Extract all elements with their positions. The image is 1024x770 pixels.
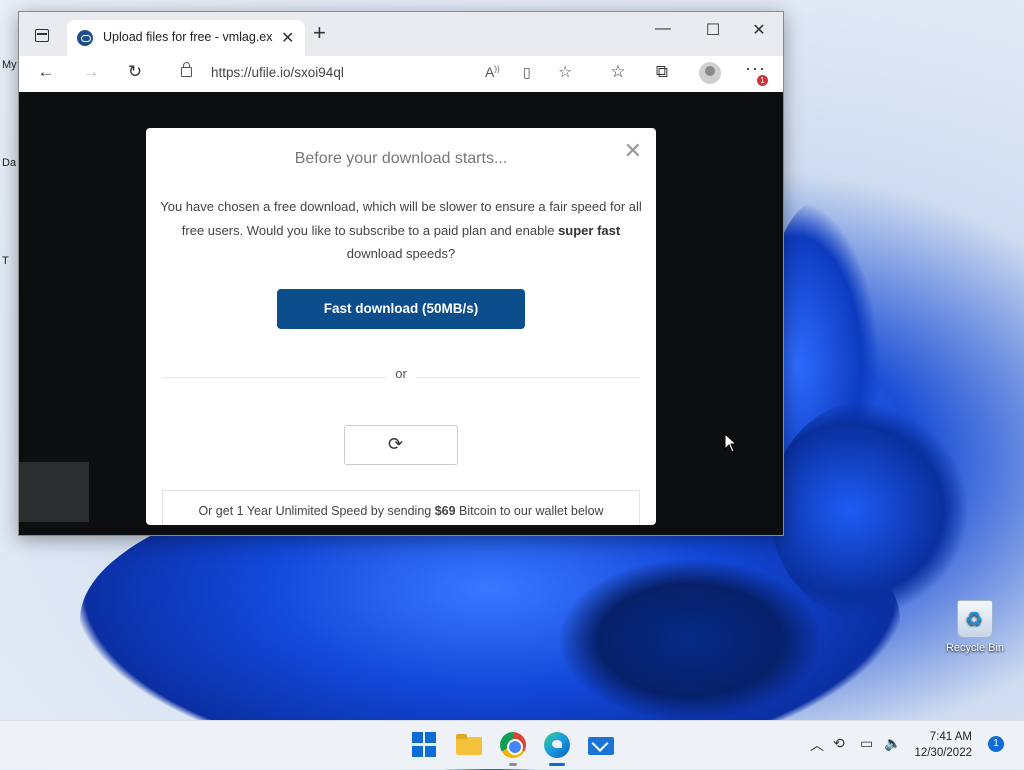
minimize-icon[interactable]: —: [648, 20, 678, 38]
active-indicator: [549, 763, 565, 766]
message-text-end: download speeds?: [346, 246, 456, 261]
bitcoin-amount: $69: [434, 504, 456, 518]
bitcoin-offer-text: Or get 1 Year Unlimited Speed by sending…: [163, 504, 639, 518]
clock[interactable]: 7:41 AM 12/30/2022: [910, 729, 972, 761]
new-tab-icon[interactable]: +: [313, 20, 326, 46]
clock-date: 12/30/2022: [914, 747, 972, 759]
desktop-icon-label[interactable]: T: [2, 255, 9, 267]
show-hidden-icons-icon[interactable]: ︿: [810, 735, 824, 755]
recycle-bin[interactable]: Recycle Bin: [943, 600, 1007, 654]
browser-tab[interactable]: Upload files for free - vmlag.exe ✕: [67, 20, 305, 56]
bitcoin-text: Or get 1 Year Unlimited Speed by sending: [198, 504, 435, 518]
network-icon[interactable]: ▭: [860, 735, 873, 752]
start-icon[interactable]: [412, 732, 438, 758]
site-favicon-icon: [77, 30, 93, 46]
slow-download-button[interactable]: ⟳: [344, 425, 458, 465]
fast-download-button[interactable]: Fast download (50MB/s): [277, 289, 525, 329]
recaptcha-badge[interactable]: [19, 462, 89, 522]
profile-avatar-icon[interactable]: [699, 62, 721, 84]
mouse-cursor-icon: [724, 432, 738, 458]
desktop-icon-label[interactable]: Da: [2, 157, 16, 169]
running-indicator: [509, 763, 517, 766]
read-aloud-icon[interactable]: A)): [485, 64, 500, 80]
favorites-icon[interactable]: ☆: [605, 62, 631, 82]
browser-window: Upload files for free - vmlag.exe ✕ + — …: [18, 11, 784, 536]
modal-title: Before your download starts...: [294, 150, 508, 167]
title-bar: Upload files for free - vmlag.exe ✕ + — …: [19, 12, 783, 56]
bitcoin-offer-box: Or get 1 Year Unlimited Speed by sending…: [162, 490, 640, 525]
message-bold: super fast: [558, 222, 621, 238]
immersive-reader-icon[interactable]: ▯: [523, 64, 531, 81]
recycle-bin-icon: [957, 600, 993, 638]
wallpaper-bloom: [770, 400, 970, 620]
close-window-icon[interactable]: ✕: [744, 20, 774, 40]
notification-count-badge[interactable]: 1: [988, 736, 1004, 752]
download-modal: ✕ Before your download starts... You hav…: [146, 128, 656, 525]
page-viewport: ✕ Before your download starts... You hav…: [19, 92, 783, 535]
tab-actions-icon[interactable]: [29, 24, 55, 46]
browser-toolbar: ← → ↻ https://ufile.io/sxoi94ql A)) ▯ ☆ …: [19, 56, 783, 93]
chrome-icon[interactable]: [500, 732, 526, 758]
lock-icon[interactable]: [181, 62, 192, 77]
back-icon[interactable]: ←: [33, 62, 59, 82]
volume-icon[interactable]: 🔈: [884, 735, 901, 752]
refresh-icon[interactable]: ↻: [122, 62, 148, 82]
edge-icon[interactable]: [544, 732, 570, 758]
close-tab-icon[interactable]: ✕: [281, 28, 294, 48]
refresh-spinner-icon: ⟳: [388, 434, 404, 454]
taskbar: ︿ ⟲ ▭ 🔈 7:41 AM 12/30/2022 1: [0, 720, 1024, 769]
clock-time: 7:41 AM: [929, 731, 972, 743]
address-url[interactable]: https://ufile.io/sxoi94ql: [211, 65, 344, 80]
file-explorer-icon[interactable]: [456, 732, 482, 758]
modal-message: You have chosen a free download, which w…: [160, 195, 642, 266]
maximize-icon[interactable]: ☐: [698, 20, 728, 40]
sync-icon[interactable]: ⟲: [833, 735, 845, 752]
notification-badge: 1: [757, 75, 768, 86]
or-label: or: [386, 366, 416, 381]
bitcoin-text-end: Bitcoin to our wallet below: [455, 504, 604, 518]
recycle-bin-label: Recycle Bin: [945, 642, 1005, 654]
add-favorite-icon[interactable]: ☆: [558, 62, 572, 82]
tab-title: Upload files for free - vmlag.exe: [103, 30, 273, 44]
mail-icon[interactable]: [588, 732, 614, 758]
forward-icon[interactable]: →: [78, 62, 104, 82]
collections-icon[interactable]: ⧉: [649, 62, 675, 82]
desktop-icon-label[interactable]: My: [2, 59, 17, 71]
address-bar[interactable]: https://ufile.io/sxoi94ql A)) ▯ ☆: [163, 59, 585, 87]
wallpaper-bloom: [560, 560, 820, 720]
